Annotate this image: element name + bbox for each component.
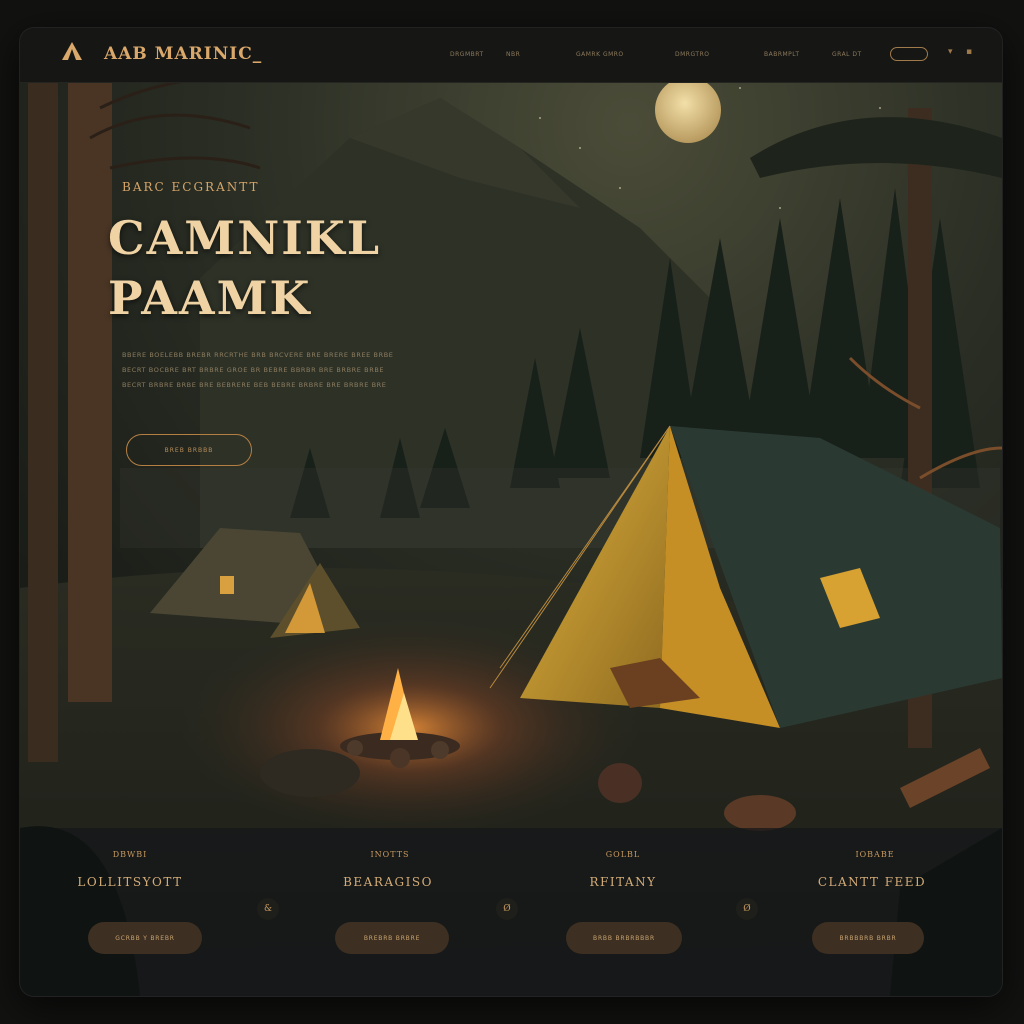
nav-link-2[interactable]: NBR (506, 51, 520, 58)
feature-label-3: GOLBL (605, 850, 641, 859)
brand-name[interactable]: AAB MARINIC_ (104, 44, 262, 64)
desc-line: BBERE BOELEBB BREBR RRCRTHE BRB BRCVERE … (122, 351, 394, 359)
feature-icon-2: Ø (496, 898, 518, 920)
feature-title-1: LOLLITSYOTT (77, 875, 183, 889)
logo-tent-icon (62, 42, 82, 60)
desc-line: BECRT BRBRE BRBE BRE BEBRERE BEB BEBRE B… (122, 381, 387, 389)
nav-link-3[interactable]: GAMRK GMRO (576, 51, 624, 58)
feature-icon-1: & (257, 898, 279, 920)
feature-button-1[interactable]: GCRBB Y BREBR (88, 922, 202, 954)
feature-title-2: BEARAGISO (343, 875, 433, 889)
hero-title-line-2: PAAMK (108, 271, 312, 325)
nav-link-4[interactable]: DMRGTRO (675, 51, 709, 58)
desc-line: BECRT BOCBRE BRT BRBRE GROE BR BEBRE BBR… (122, 366, 385, 374)
top-nav: AAB MARINIC_ DRGMBRT NBR GAMRK GMRO DMRG… (20, 28, 1002, 83)
nav-link-1[interactable]: DRGMBRT (450, 51, 484, 58)
moon (655, 77, 721, 143)
feature-label-4: IOBABE (855, 850, 895, 859)
page-frame: AAB MARINIC_ DRGMBRT NBR GAMRK GMRO DMRG… (20, 28, 1002, 996)
feature-label-2: INOTTS (370, 850, 410, 859)
feature-title-3: RFITANY (589, 875, 657, 889)
nav-link-5[interactable]: BABRMPLT (764, 51, 799, 58)
feature-title-4: CLANTT FEED (817, 875, 927, 889)
feature-icon-3: Ø (736, 898, 758, 920)
feature-button-3[interactable]: BRBB BRBRBBBR (566, 922, 682, 954)
feature-button-4[interactable]: BRBBBRB BRBR (812, 922, 924, 954)
feature-label-1: DBWBI (112, 850, 148, 859)
hero-title: CAMNIKL PAAMK (108, 208, 381, 328)
hero-eyebrow: BARC ECGRANTT (122, 180, 260, 194)
dropdown-icon[interactable]: ▾ (948, 47, 953, 57)
nav-signin-button[interactable] (890, 47, 928, 61)
nav-link-6[interactable]: GRAL DT (832, 51, 862, 58)
hero-description: BBERE BOELEBB BREBR RRCRTHE BRB BRCVERE … (122, 348, 412, 393)
hero-cta-button[interactable]: BREB BRBBB (126, 434, 252, 466)
feature-button-2[interactable]: BREBRB BRBRE (335, 922, 449, 954)
menu-icon[interactable]: ▪ (966, 47, 972, 57)
hero-title-line-1: CAMNIKL (108, 211, 382, 265)
